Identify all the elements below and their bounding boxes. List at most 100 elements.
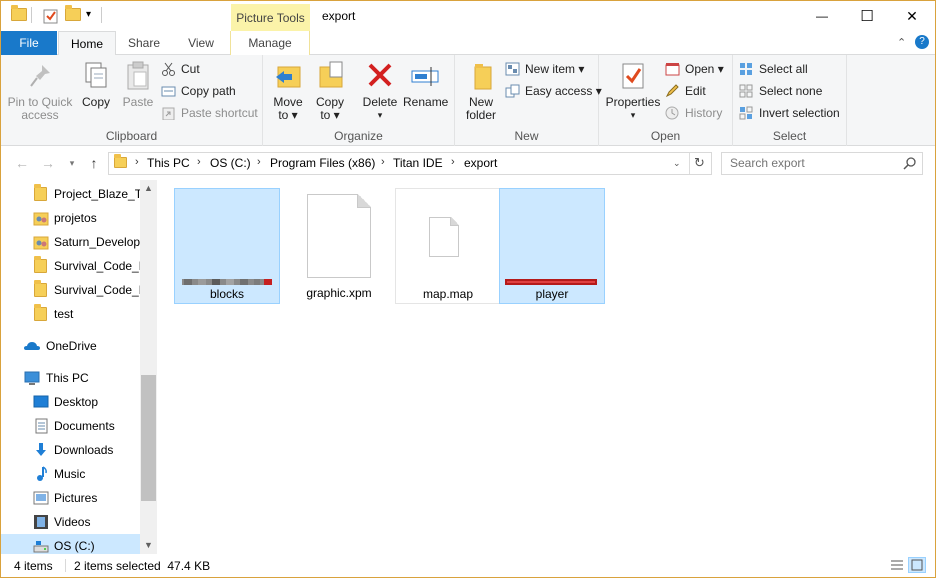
ribbon-tabs: File Home Share View Manage ⌃ ? <box>1 31 935 56</box>
new-folder-button[interactable]: New folder <box>461 59 501 122</box>
document-icon <box>401 193 497 285</box>
open-button[interactable]: Open ▾ <box>665 59 724 79</box>
address-bar[interactable]: › This PC › OS (C:) › Program Files (x86… <box>108 152 712 175</box>
file-tile-blocks[interactable]: blocks <box>174 188 280 304</box>
nav-item-project-blaze[interactable]: Project_Blaze_Tra <box>1 182 141 206</box>
search-box[interactable] <box>721 152 923 175</box>
move-to-button[interactable]: Move to ▾ <box>269 59 307 122</box>
nav-item-os-c[interactable]: OS (C:) <box>1 534 141 554</box>
divider <box>689 153 690 174</box>
nav-item-videos[interactable]: Videos <box>1 510 141 534</box>
nav-item-projetos[interactable]: projetos <box>1 206 141 230</box>
history-button[interactable]: History <box>665 103 722 123</box>
tab-file[interactable]: File <box>1 31 57 55</box>
properties-label: Properties <box>605 95 661 109</box>
nav-item-pictures[interactable]: Pictures <box>1 486 141 510</box>
maximize-button[interactable]: ☐ <box>844 1 890 31</box>
quick-access-dropdown-icon[interactable]: ▾ <box>86 9 91 20</box>
cut-button[interactable]: Cut <box>161 59 200 79</box>
nav-item-saturn[interactable]: Saturn_Developr <box>1 230 141 254</box>
file-tile-graphic-xpm[interactable]: graphic.xpm <box>286 188 392 304</box>
nav-item-downloads[interactable]: Downloads <box>1 438 141 462</box>
address-dropdown-icon[interactable]: ⌄ <box>673 158 681 169</box>
details-view-icon[interactable] <box>888 557 906 573</box>
scrollbar-thumb[interactable] <box>141 375 156 501</box>
folder-icon <box>114 154 128 169</box>
nav-item-label: Music <box>54 467 86 481</box>
properties-button[interactable]: Properties ▾ <box>603 59 663 122</box>
forward-arrow-icon[interactable]: → <box>39 155 57 171</box>
paste-button[interactable]: Paste <box>119 59 157 109</box>
breadcrumb-export[interactable]: export <box>464 156 497 170</box>
help-icon[interactable]: ? <box>915 35 929 49</box>
nav-item-onedrive[interactable]: OneDrive <box>1 334 141 358</box>
nav-item-desktop[interactable]: Desktop <box>1 390 141 414</box>
invert-selection-button[interactable]: Invert selection <box>739 103 840 123</box>
edit-button[interactable]: Edit <box>665 81 706 101</box>
nav-item-label: Pictures <box>54 491 98 505</box>
breadcrumb-os-c[interactable]: OS (C:) <box>210 156 251 170</box>
copy-label: Copy <box>81 95 110 109</box>
breadcrumb-separator: › <box>381 156 385 168</box>
properties-quick-icon[interactable] <box>43 8 59 24</box>
copy-button[interactable]: Copy <box>77 59 115 109</box>
collapse-ribbon-icon[interactable]: ⌃ <box>897 36 906 49</box>
scroll-down-icon[interactable]: ▼ <box>140 537 157 554</box>
nav-item-survival-code-d[interactable]: Survival_Code_D <box>1 278 141 302</box>
nav-item-this-pc[interactable]: This PC <box>1 366 141 390</box>
properties-dropdown-icon[interactable]: ▾ <box>603 109 663 122</box>
copy-path-button[interactable]: Copy path <box>161 81 236 101</box>
search-input[interactable] <box>730 156 900 170</box>
copy-to-button[interactable]: Copy to ▾ <box>311 59 349 122</box>
close-button[interactable]: ✕ <box>889 1 935 31</box>
select-none-label: Select none <box>759 84 823 98</box>
new-folder-quick-icon[interactable] <box>65 5 81 24</box>
pin-quick-access-button[interactable]: Pin to Quick access <box>7 59 73 122</box>
back-arrow-icon[interactable]: ← <box>13 155 31 171</box>
tab-share[interactable]: Share <box>119 31 169 55</box>
navigation-pane-scrollbar[interactable]: ▲ ▼ <box>140 180 157 554</box>
new-item-button[interactable]: New item ▾ <box>505 59 584 79</box>
select-group: Select all Select none Invert selection … <box>733 55 847 146</box>
image-thumbnail <box>505 193 601 285</box>
easy-access-button[interactable]: Easy access ▾ <box>505 81 602 101</box>
open-group-label: Open <box>650 129 681 143</box>
select-none-button[interactable]: Select none <box>739 81 822 101</box>
rename-button[interactable]: Rename <box>403 59 448 109</box>
file-tile-player[interactable]: player <box>499 188 605 304</box>
clipboard-group-label: Clipboard <box>105 129 158 143</box>
nav-item-survival-code-b[interactable]: Survival_Code_B <box>1 254 141 278</box>
nav-item-music[interactable]: Music <box>1 462 141 486</box>
large-icons-view-icon[interactable] <box>908 557 926 573</box>
nav-item-test[interactable]: test <box>1 302 141 326</box>
breadcrumb-program-files[interactable]: Program Files (x86) <box>270 156 375 170</box>
item-count: 4 items <box>14 559 53 573</box>
search-icon[interactable] <box>903 156 917 173</box>
recent-locations-icon[interactable]: ▾ <box>63 158 81 169</box>
delete-dropdown-icon[interactable]: ▾ <box>359 109 401 122</box>
minimize-button[interactable]: — <box>799 1 845 31</box>
breadcrumb-separator: › <box>135 156 139 168</box>
nav-item-documents[interactable]: Documents <box>1 414 141 438</box>
breadcrumb-separator: › <box>451 156 455 168</box>
file-tile-map-map[interactable]: map.map <box>395 188 501 304</box>
refresh-icon[interactable]: ↻ <box>694 155 705 171</box>
nav-item-label: Documents <box>54 419 115 433</box>
select-all-button[interactable]: Select all <box>739 59 808 79</box>
folder-icon <box>34 304 50 322</box>
tab-manage[interactable]: Manage <box>230 31 310 55</box>
paste-shortcut-button[interactable]: Paste shortcut <box>161 103 258 123</box>
edit-label: Edit <box>685 84 706 98</box>
divider <box>31 7 32 23</box>
up-arrow-icon[interactable]: ↑ <box>85 155 103 171</box>
breadcrumb-this-pc[interactable]: This PC <box>147 156 190 170</box>
breadcrumb-titan-ide[interactable]: Titan IDE <box>393 156 443 170</box>
pin-label-line2: access <box>21 108 59 122</box>
scroll-up-icon[interactable]: ▲ <box>140 180 157 197</box>
tab-view[interactable]: View <box>177 31 225 55</box>
tab-home[interactable]: Home <box>58 31 116 56</box>
folder-icon <box>11 5 27 24</box>
rename-icon <box>409 59 441 93</box>
delete-button[interactable]: Delete ▾ <box>359 59 401 122</box>
copy-to-label-line2: to ▾ <box>320 108 340 122</box>
